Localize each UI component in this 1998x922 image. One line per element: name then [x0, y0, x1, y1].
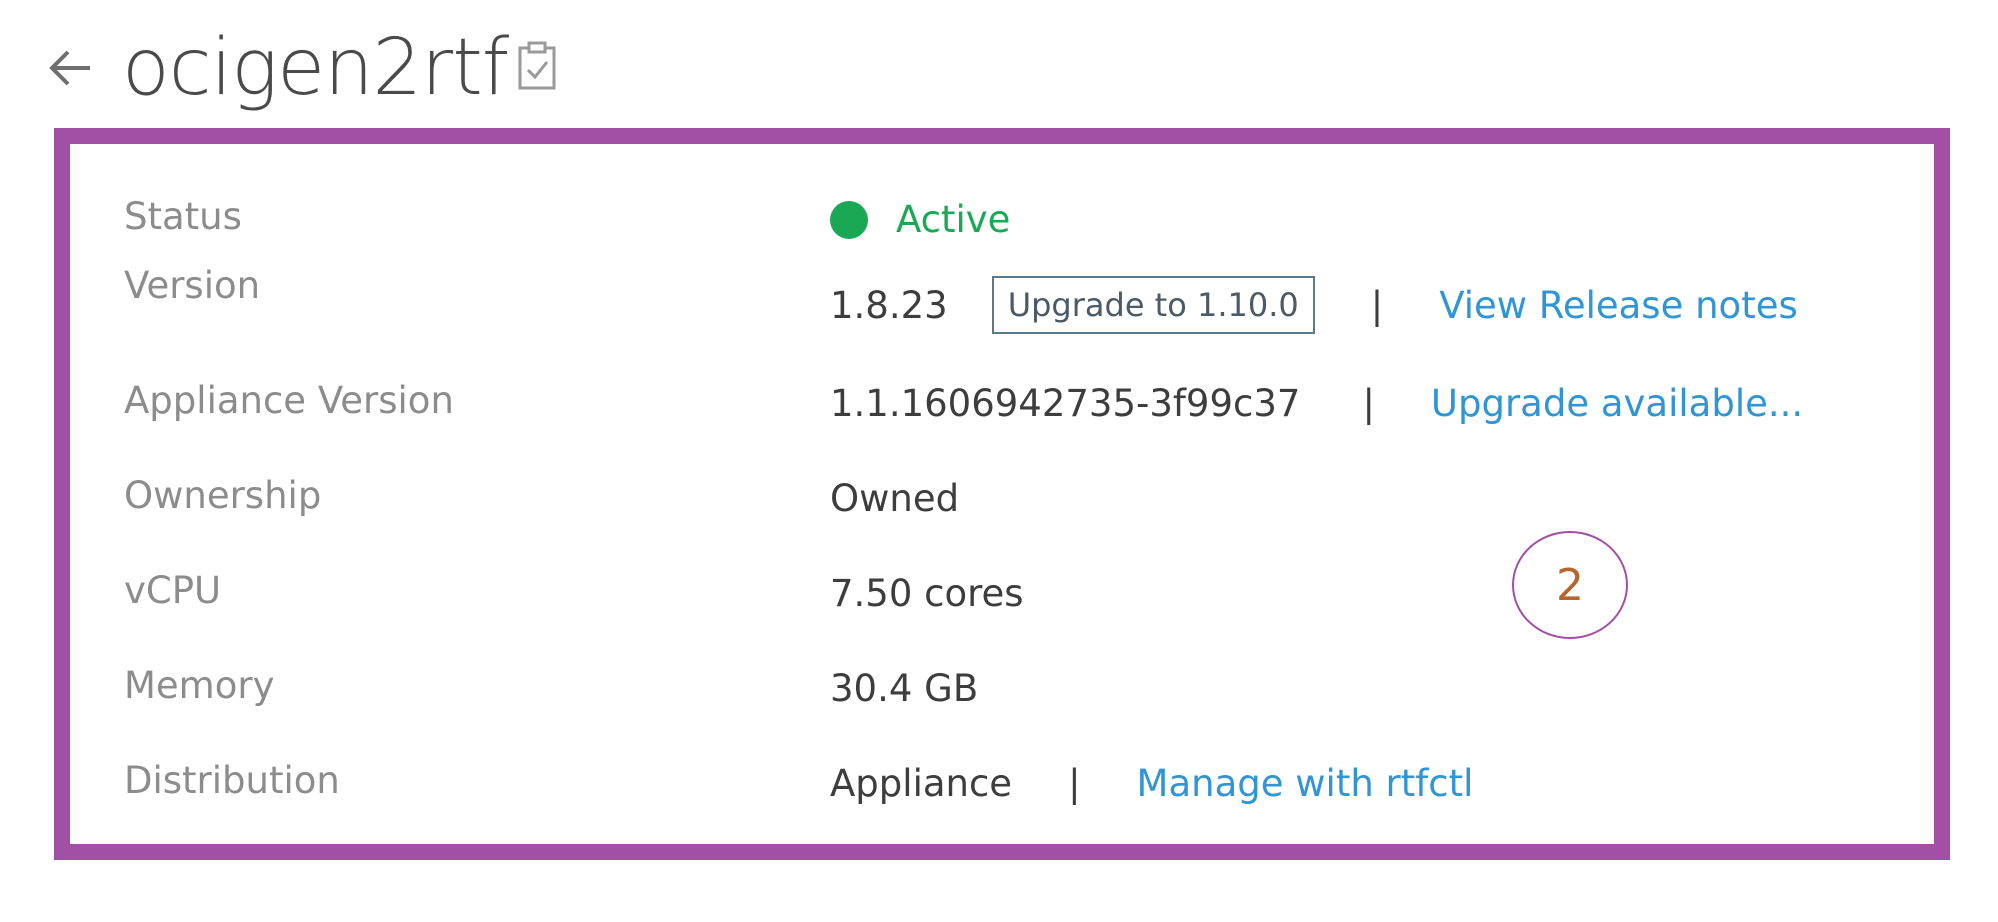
appliance-version-label: Appliance Version: [124, 378, 454, 422]
vcpu-label: vCPU: [124, 568, 222, 612]
view-release-notes-link[interactable]: View Release notes: [1439, 284, 1798, 327]
memory-label: Memory: [124, 663, 275, 707]
status-label: Status: [124, 194, 242, 238]
appliance-version-row: Appliance Version 1.1.1606942735-3f99c37…: [70, 370, 1934, 430]
distribution-type: Appliance: [830, 762, 1013, 805]
appliance-version-number: 1.1.1606942735-3f99c37: [830, 382, 1301, 425]
memory-row: Memory 30.4 GB: [70, 655, 1934, 715]
vcpu-row: vCPU 7.50 cores: [70, 560, 1934, 620]
page-header: ocigen2rtf: [40, 18, 560, 118]
status-text: Active: [896, 198, 1011, 241]
separator: |: [1068, 762, 1081, 805]
version-value: 1.8.23 Upgrade to 1.10.0 | View Release …: [830, 276, 1798, 334]
version-number: 1.8.23: [830, 283, 948, 327]
vcpu-value: 7.50 cores: [830, 572, 1024, 615]
distribution-label: Distribution: [124, 758, 340, 802]
manage-with-rtfctl-link[interactable]: Manage with rtfctl: [1137, 762, 1474, 805]
cluster-detail-page: ocigen2rtf Status Active Version 1.8.23 …: [0, 0, 1998, 922]
appliance-version-value: 1.1.1606942735-3f99c37 | Upgrade availab…: [830, 382, 1803, 425]
ownership-row: Ownership Owned: [70, 465, 1934, 525]
status-row: Status Active: [70, 186, 1934, 246]
memory-value: 30.4 GB: [830, 667, 979, 710]
status-value: Active: [830, 198, 1010, 241]
step-number-badge: 2: [1512, 531, 1628, 639]
ownership-value: Owned: [830, 477, 960, 520]
separator: |: [1370, 283, 1384, 327]
version-label: Version: [124, 264, 261, 307]
separator: |: [1362, 382, 1375, 425]
upgrade-version-button[interactable]: Upgrade to 1.10.0: [991, 276, 1315, 334]
ownership-label: Ownership: [124, 473, 322, 517]
status-dot-icon: [830, 200, 868, 239]
distribution-value: Appliance | Manage with rtfctl: [830, 762, 1473, 805]
clipboard-check-icon[interactable]: [514, 40, 560, 96]
cluster-details-panel: Status Active Version 1.8.23 Upgrade to …: [54, 128, 1950, 860]
page-title: ocigen2rtf: [122, 23, 509, 113]
distribution-row: Distribution Appliance | Manage with rtf…: [70, 750, 1934, 810]
upgrade-available-link[interactable]: Upgrade available...: [1431, 382, 1803, 425]
version-row: Version 1.8.23 Upgrade to 1.10.0 | View …: [70, 264, 1934, 334]
arrow-left-icon[interactable]: [40, 38, 100, 98]
